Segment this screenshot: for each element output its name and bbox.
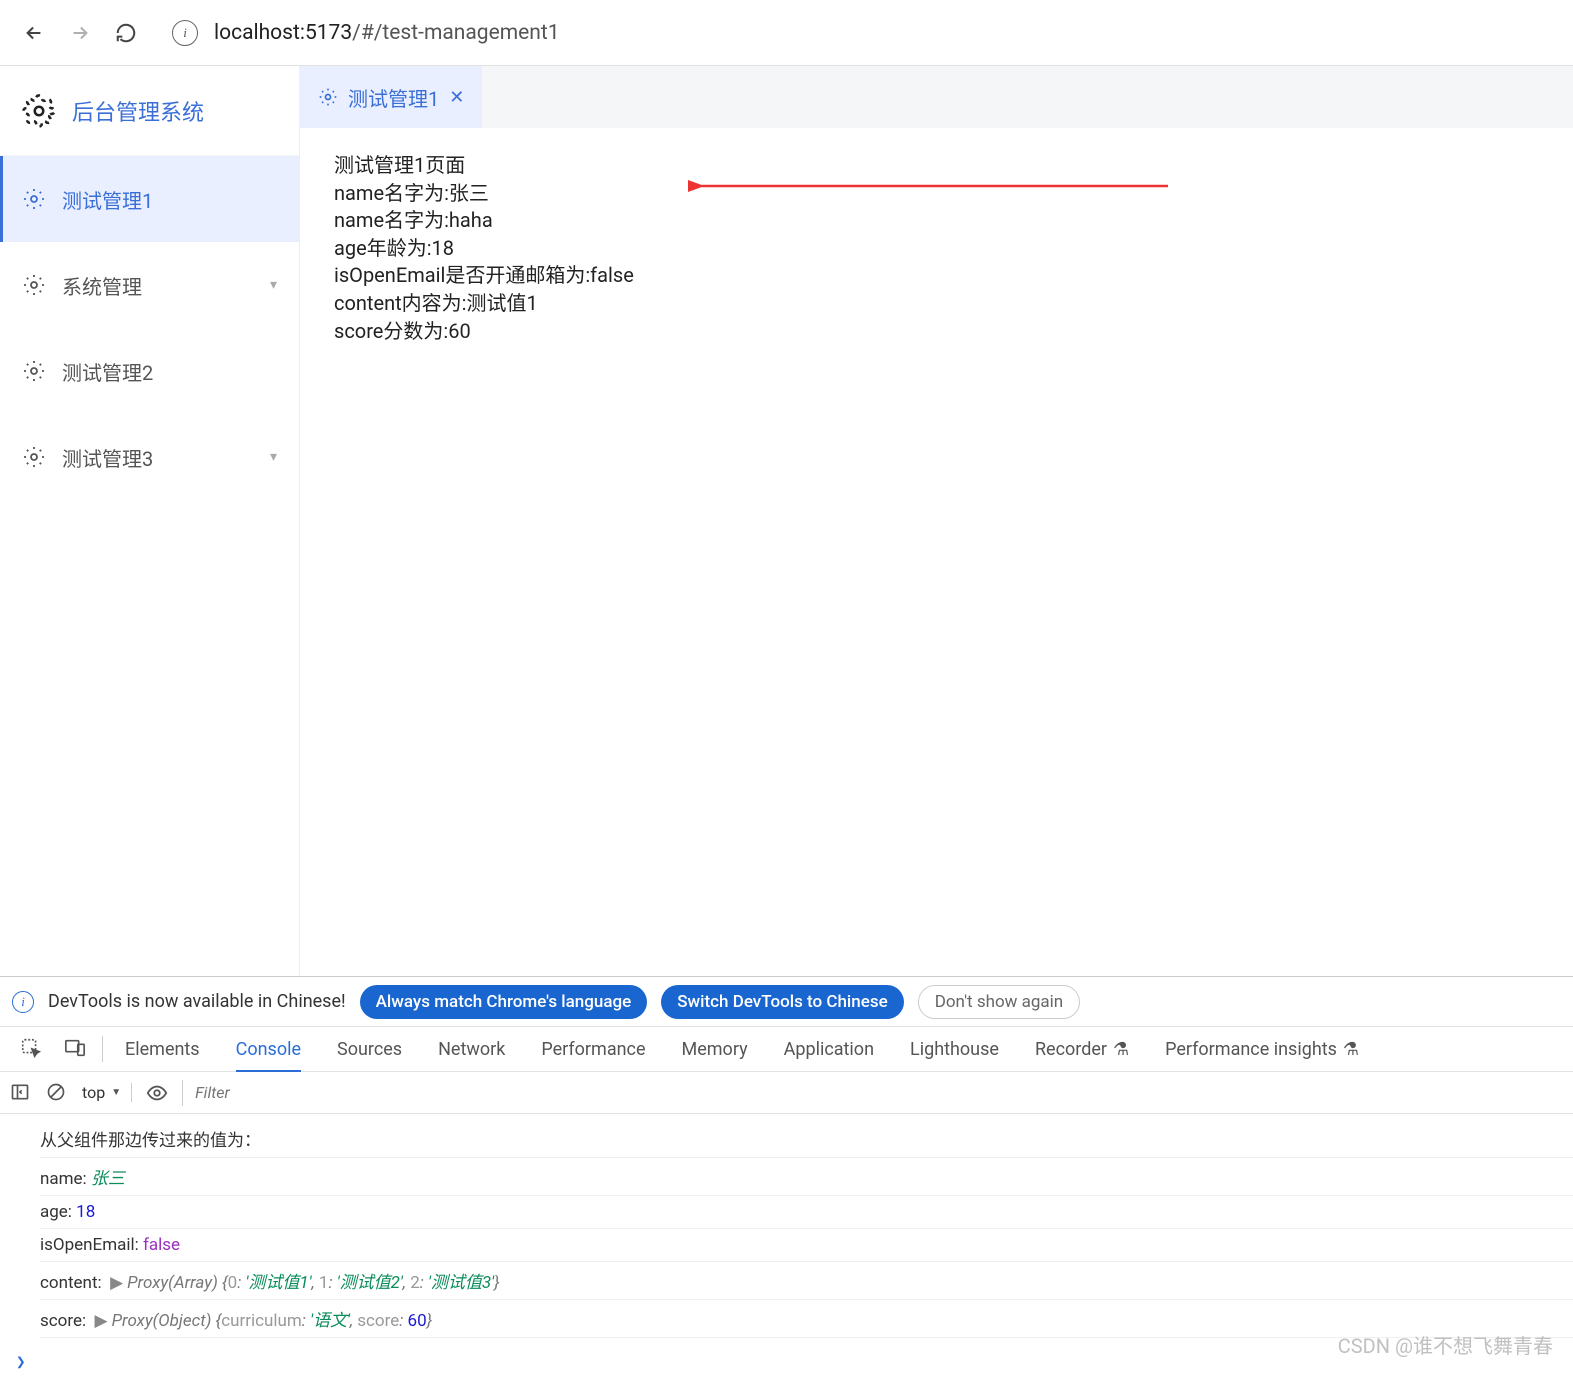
devtools-panel: i DevTools is now available in Chinese! … [0, 976, 1573, 1379]
sidebar-item-label: 测试管理1 [62, 185, 277, 214]
gear-icon [318, 87, 338, 107]
page-content: 测试管理1页面 name名字为:张三 name名字为:haha age年龄为:1… [300, 128, 1573, 976]
app-title: 后台管理系统 [72, 95, 204, 127]
content-line: content内容为:测试值1 [334, 290, 1539, 318]
url-text[interactable]: localhost:5173/#/test-management1 [214, 21, 560, 45]
match-language-button[interactable]: Always match Chrome's language [360, 985, 648, 1019]
console-line: content: ▶Proxy(Array) {0: '测试值1', 1: '测… [40, 1262, 1573, 1300]
gear-icon [22, 273, 46, 297]
gear-icon [22, 187, 46, 211]
sidebar-item-test3[interactable]: 测试管理3 ▾ [0, 414, 299, 500]
console-prompt[interactable]: ❯ [0, 1344, 1573, 1379]
filter-input[interactable] [182, 1080, 1563, 1106]
sidebar-item-test2[interactable]: 测试管理2 [0, 328, 299, 414]
reload-button[interactable] [114, 21, 138, 45]
device-icon[interactable] [64, 1037, 88, 1061]
inspect-icon[interactable] [20, 1037, 44, 1061]
tab-application[interactable]: Application [766, 1027, 892, 1071]
sidebar: 后台管理系统 测试管理1 系统管理 ▾ 测试管理2 测试管理3 [0, 66, 300, 976]
console-line: age: 18 [40, 1196, 1573, 1229]
dont-show-button[interactable]: Don't show again [918, 985, 1081, 1019]
content-line: isOpenEmail是否开通邮箱为:false [334, 262, 1539, 290]
forward-button[interactable] [68, 21, 92, 45]
sidebar-item-test1[interactable]: 测试管理1 [0, 156, 299, 242]
back-button[interactable] [22, 21, 46, 45]
site-info-icon[interactable]: i [172, 20, 198, 46]
tab-label: 测试管理1 [348, 83, 439, 112]
console-line: name: 张三 [40, 1158, 1573, 1196]
info-icon: i [12, 991, 34, 1013]
flask-icon: ⚗ [1113, 1039, 1129, 1060]
tab-bar: 测试管理1 ✕ [300, 66, 1573, 128]
content-line: score分数为:60 [334, 318, 1539, 346]
flask-icon: ⚗ [1343, 1039, 1359, 1060]
context-selector[interactable]: top▼ [82, 1083, 132, 1102]
console-output: 从父组件那边传过来的值为： name: 张三 age: 18 isOpenEma… [0, 1114, 1573, 1344]
red-arrow-annotation [688, 174, 1188, 198]
sidebar-item-label: 测试管理2 [62, 357, 277, 386]
clear-console-icon[interactable] [46, 1082, 68, 1104]
console-line: score: ▶Proxy(Object) {curriculum: '语文',… [40, 1300, 1573, 1338]
sidebar-item-label: 测试管理3 [62, 443, 254, 472]
chevron-down-icon: ▾ [270, 277, 277, 293]
tab-elements[interactable]: Elements [107, 1027, 218, 1071]
gear-icon [22, 445, 46, 469]
main-area: 测试管理1 ✕ 测试管理1页面 name名字为:张三 name名字为:haha … [300, 66, 1573, 976]
gear-icon [22, 94, 56, 128]
console-toolbar: top▼ [0, 1072, 1573, 1114]
sidebar-item-label: 系统管理 [62, 271, 254, 300]
content-line: name名字为:haha [334, 207, 1539, 235]
content-line: age年龄为:18 [334, 235, 1539, 263]
tab-recorder[interactable]: Recorder⚗ [1017, 1027, 1147, 1071]
app-region: 后台管理系统 测试管理1 系统管理 ▾ 测试管理2 测试管理3 [0, 66, 1573, 976]
tab-performance[interactable]: Performance [523, 1027, 663, 1071]
console-line: 从父组件那边传过来的值为： [40, 1120, 1573, 1158]
devtools-tabs: Elements Console Sources Network Perform… [0, 1027, 1573, 1072]
console-line: isOpenEmail: false [40, 1229, 1573, 1262]
close-icon[interactable]: ✕ [449, 87, 464, 108]
sidebar-item-system[interactable]: 系统管理 ▾ [0, 242, 299, 328]
tab-console[interactable]: Console [218, 1027, 319, 1071]
browser-toolbar: i localhost:5173/#/test-management1 [0, 0, 1573, 66]
tab-perf-insights[interactable]: Performance insights⚗ [1147, 1027, 1377, 1071]
tab-sources[interactable]: Sources [319, 1027, 420, 1071]
devtools-notice: i DevTools is now available in Chinese! … [0, 977, 1573, 1027]
chevron-down-icon: ▾ [270, 449, 277, 465]
tab-test1[interactable]: 测试管理1 ✕ [300, 66, 482, 128]
sidebar-toggle-icon[interactable] [10, 1082, 32, 1104]
logo: 后台管理系统 [0, 66, 299, 156]
tab-lighthouse[interactable]: Lighthouse [892, 1027, 1017, 1071]
tab-network[interactable]: Network [420, 1027, 523, 1071]
eye-icon[interactable] [146, 1082, 168, 1104]
tab-memory[interactable]: Memory [664, 1027, 766, 1071]
notice-text: DevTools is now available in Chinese! [48, 991, 346, 1012]
gear-icon [22, 359, 46, 383]
switch-chinese-button[interactable]: Switch DevTools to Chinese [661, 985, 903, 1019]
